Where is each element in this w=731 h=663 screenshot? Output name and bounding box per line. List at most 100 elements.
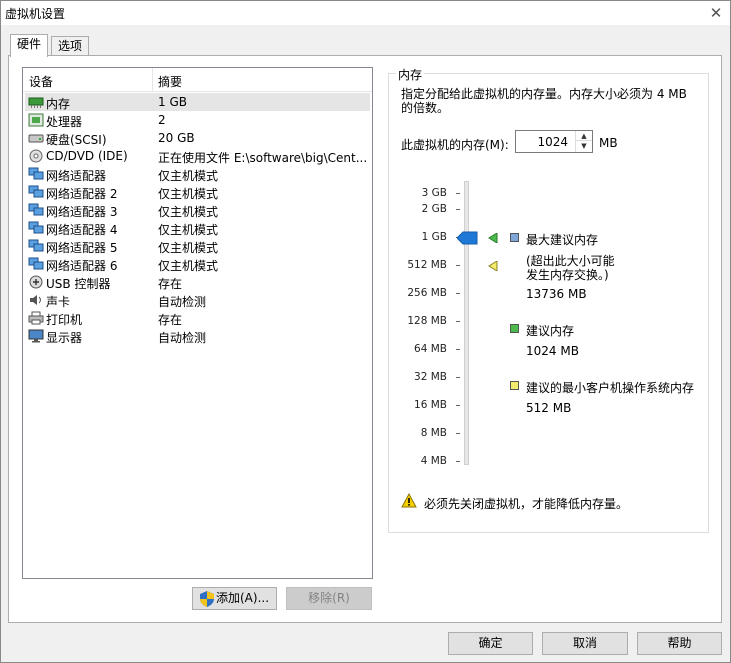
memory-scale-track[interactable]	[464, 181, 469, 465]
device-name: 处理器	[46, 115, 83, 129]
scale-tick	[456, 293, 460, 294]
scale-label: 32 MB	[414, 371, 447, 383]
scale-tick	[456, 265, 460, 266]
device-name: 打印机	[46, 313, 83, 327]
recommended-marker-icon	[488, 233, 498, 243]
device-row[interactable]: 声卡 自动检测	[25, 291, 370, 309]
device-row[interactable]: 网络适配器 仅主机模式	[25, 165, 370, 183]
network-adapter-icon	[28, 167, 44, 181]
scale-tick	[456, 377, 460, 378]
add-device-label: 添加(A)...	[216, 591, 270, 605]
scale-label: 2 GB	[421, 203, 447, 215]
device-row[interactable]: 显示器 自动检测	[25, 327, 370, 345]
printer-icon	[28, 311, 44, 325]
recommended-legend-swatch	[510, 324, 519, 333]
device-row[interactable]: 打印机 存在	[25, 309, 370, 327]
device-row[interactable]: 硬盘(SCSI) 20 GB	[25, 129, 370, 147]
minimum-marker-icon	[488, 261, 498, 271]
device-name: 网络适配器 2	[46, 187, 118, 201]
scale-label: 256 MB	[407, 287, 447, 299]
scale-tick	[456, 461, 460, 462]
device-summary: 仅主机模式	[158, 169, 219, 183]
memory-value[interactable]: 1024	[537, 135, 568, 149]
device-row[interactable]: 网络适配器 5 仅主机模式	[25, 237, 370, 255]
device-summary: 仅主机模式	[158, 187, 219, 201]
device-name: 网络适配器 4	[46, 223, 118, 237]
device-row[interactable]: CD/DVD (IDE) 正在使用文件 E:\software\big\Cent.…	[25, 147, 370, 165]
scale-label: 1 GB	[421, 231, 447, 243]
device-summary: 20 GB	[158, 131, 195, 145]
scale-tick	[456, 349, 460, 350]
max-legend-label: 最大建议内存	[526, 233, 599, 247]
device-summary: 仅主机模式	[158, 205, 219, 219]
device-row[interactable]: 网络适配器 6 仅主机模式	[25, 255, 370, 273]
help-button[interactable]: 帮助	[637, 632, 722, 655]
device-row[interactable]: 网络适配器 2 仅主机模式	[25, 183, 370, 201]
shield-icon	[200, 591, 214, 607]
device-name: 网络适配器 5	[46, 241, 118, 255]
network-adapter-icon	[28, 203, 44, 217]
remove-device-button[interactable]: 移除(R)	[286, 587, 372, 610]
ok-button[interactable]: 确定	[448, 632, 533, 655]
tab-hardware[interactable]: 硬件	[10, 34, 49, 57]
scale-label: 3 GB	[421, 187, 447, 199]
device-row[interactable]: 网络适配器 4 仅主机模式	[25, 219, 370, 237]
window-title: 虚拟机设置	[5, 7, 66, 21]
sound-card-icon	[28, 293, 44, 307]
device-row[interactable]: 网络适配器 3 仅主机模式	[25, 201, 370, 219]
device-name: 网络适配器 3	[46, 205, 118, 219]
network-adapter-icon	[28, 257, 44, 271]
memory-spinner[interactable]: 1024 ▲ ▼	[515, 130, 593, 153]
scale-label: 8 MB	[420, 427, 447, 439]
cancel-button[interactable]: 取消	[542, 632, 628, 655]
network-adapter-icon	[28, 185, 44, 199]
max-legend-swatch	[510, 233, 519, 242]
max-legend-value: 13736 MB	[526, 287, 587, 301]
scale-tick	[456, 405, 460, 406]
memory-description: 指定分配给此虚拟机的内存量。内存大小必须为 4 MB 的倍数。	[401, 87, 687, 115]
hard-disk-icon	[28, 131, 44, 145]
add-device-button[interactable]: 添加(A)...	[192, 587, 277, 610]
device-name: 显示器	[46, 331, 83, 345]
device-name: CD/DVD (IDE)	[46, 149, 128, 163]
recommended-legend-label: 建议内存	[526, 324, 575, 338]
memory-group-title: 内存	[396, 66, 425, 83]
scale-label: 16 MB	[414, 399, 447, 411]
device-list[interactable]: 设备 摘要 内存 1 GB 处理器 2 硬盘(SCSI) 20 GB CD/DVD (IDE…	[22, 67, 373, 579]
scale-tick	[456, 433, 460, 434]
device-name: 网络适配器	[46, 169, 107, 183]
column-device[interactable]: 设备	[29, 73, 53, 90]
device-summary: 存在	[158, 313, 183, 327]
memory-slider-thumb-icon[interactable]	[457, 231, 479, 245]
column-summary[interactable]: 摘要	[158, 73, 182, 90]
minimum-legend-label: 建议的最小客户机操作系统内存	[526, 381, 695, 395]
scale-tick	[456, 209, 460, 210]
device-summary: 仅主机模式	[158, 223, 219, 237]
device-row[interactable]: 处理器 2	[25, 111, 370, 129]
tab-options[interactable]: 选项	[51, 36, 90, 57]
minimum-legend-swatch	[510, 381, 519, 390]
title-bar: 虚拟机设置 ✕	[0, 0, 731, 25]
device-summary: 存在	[158, 277, 183, 291]
scale-tick	[456, 193, 460, 194]
close-icon[interactable]: ✕	[705, 2, 727, 24]
scale-tick	[456, 321, 460, 322]
network-adapter-icon	[28, 239, 44, 253]
column-divider[interactable]	[152, 68, 153, 92]
warning-icon	[401, 493, 417, 508]
display-icon	[28, 329, 44, 343]
memory-icon	[28, 95, 44, 109]
device-summary: 仅主机模式	[158, 259, 219, 273]
usb-icon	[28, 275, 44, 289]
scale-label: 4 MB	[420, 455, 447, 467]
device-row[interactable]: USB 控制器 存在	[25, 273, 370, 291]
network-adapter-icon	[28, 221, 44, 235]
device-row[interactable]: 内存 1 GB	[25, 93, 370, 111]
spin-down-icon[interactable]: ▼	[576, 141, 592, 151]
device-name: 网络适配器 6	[46, 259, 118, 273]
recommended-legend-value: 1024 MB	[526, 344, 579, 358]
minimum-legend-value: 512 MB	[526, 401, 572, 415]
spin-up-icon[interactable]: ▲	[576, 131, 592, 141]
device-name: USB 控制器	[46, 277, 111, 291]
device-name: 声卡	[46, 295, 71, 309]
